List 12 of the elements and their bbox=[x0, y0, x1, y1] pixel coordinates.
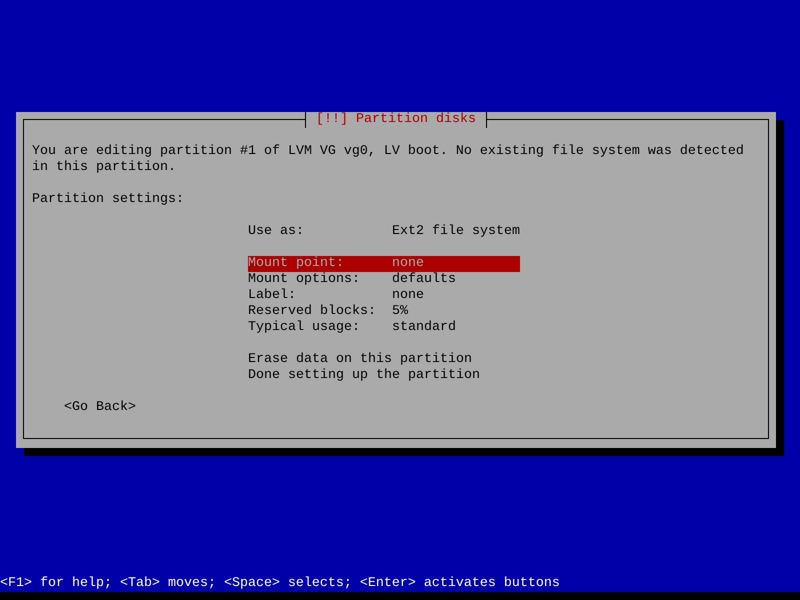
status-bar-text: <F1> for help; <Tab> moves; <Space> selects; <Enter> activates buttons bbox=[0, 576, 561, 592]
section-label: Partition settings: bbox=[32, 192, 185, 208]
go-back-button[interactable]: <Go Back> bbox=[64, 400, 136, 416]
menu-item[interactable]: Reserved blocks: 5% bbox=[248, 304, 520, 320]
menu-item[interactable]: Erase data on this partition bbox=[248, 352, 520, 368]
dialog-title: [!!] Partition disks bbox=[305, 112, 487, 128]
menu-item[interactable]: Mount options: defaults bbox=[248, 272, 520, 288]
menu-item[interactable]: Done setting up the partition bbox=[248, 368, 520, 384]
message-text: You are editing partition #1 of LVM VG vg0, LV boot. No existing file system was detected in this partition. bbox=[32, 144, 745, 176]
menu-item[interactable]: Label: none bbox=[248, 288, 520, 304]
menu-item[interactable]: Use as: Ext2 file system bbox=[248, 224, 520, 240]
menu-item[interactable]: Typical usage: standard bbox=[248, 320, 520, 336]
